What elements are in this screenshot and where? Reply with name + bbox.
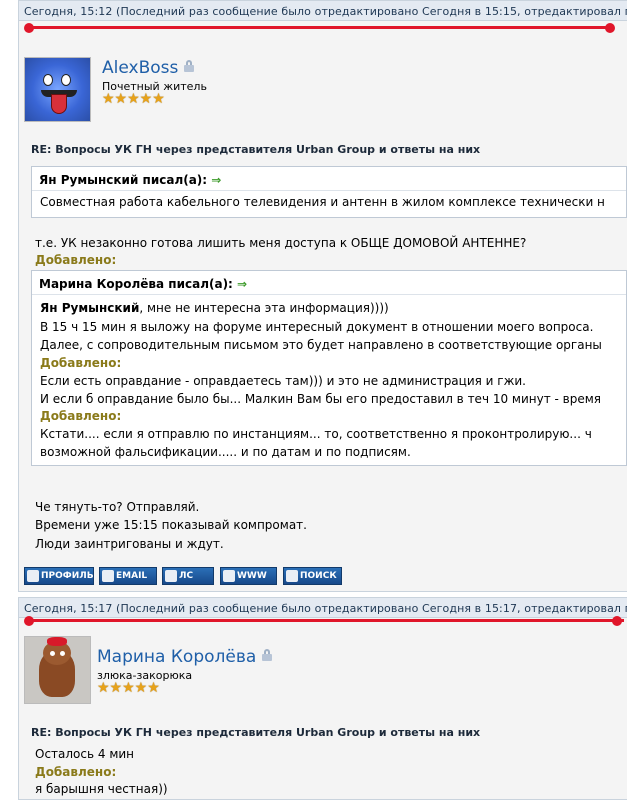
post-text: Че тянуть-то? Отправляй.	[35, 500, 200, 514]
quote-author: Ян Румынский писал(а): ⇒	[32, 167, 626, 191]
quote-line: Если есть оправдание - оправдаетесь там)…	[40, 374, 526, 388]
highlight-marker	[24, 616, 34, 626]
post-header: Сегодня, 15:12 (Последний раз сообщение …	[19, 1, 627, 21]
added-label: Добавлено:	[40, 356, 122, 370]
added-label: Добавлено:	[35, 765, 117, 779]
avatar[interactable]	[24, 57, 91, 122]
post-text: Времени уже 15:15 показывай компромат.	[35, 518, 307, 532]
arrow-right-icon[interactable]: ⇒	[237, 277, 247, 291]
quote-author: Марина Королёва писал(а): ⇒	[32, 271, 626, 295]
post-title: RE: Вопросы УК ГН через представителя Ur…	[31, 143, 481, 156]
author-name[interactable]: Марина Королёва	[97, 647, 273, 667]
quote-block: Ян Румынский писал(а): ⇒	[31, 166, 627, 218]
highlight-marker	[605, 23, 615, 33]
quote-line: Ян Румынский, мне не интересна эта инфор…	[40, 301, 389, 315]
quote-line: В 15 ч 15 мин я выложу на форуме интерес…	[40, 320, 594, 334]
www-button[interactable]: WWW	[220, 567, 277, 585]
message-icon	[165, 570, 177, 582]
highlight-underline	[28, 26, 610, 29]
search-button[interactable]: ПОИСК	[283, 567, 342, 585]
arrow-right-icon[interactable]: ⇒	[211, 173, 221, 187]
www-icon	[223, 570, 235, 582]
search-icon	[286, 570, 298, 582]
profile-icon	[27, 570, 39, 582]
rating-stars: ★★★★★	[102, 91, 165, 107]
highlight-underline	[28, 619, 624, 622]
email-button[interactable]: EMAIL	[99, 567, 157, 585]
post-text: т.е. УК незаконно готова лишить меня дос…	[35, 236, 527, 250]
post-text: Осталось 4 мин	[35, 747, 135, 761]
highlight-marker	[612, 616, 622, 626]
quote-line: И если б оправдание было бы... Малкин Ва…	[40, 392, 602, 406]
quote-line: возможной фальсификации..... и по датам …	[40, 445, 411, 459]
quote-text: Совместная работа кабельного телевидения…	[40, 195, 605, 209]
rating-stars: ★★★★★	[97, 680, 160, 696]
lock-icon	[262, 649, 273, 661]
lock-icon	[184, 60, 195, 72]
avatar[interactable]	[24, 636, 91, 704]
post-text: Люди заинтригованы и ждут.	[35, 537, 224, 551]
message-button[interactable]: ЛС	[162, 567, 214, 585]
post-text: я барышня честная))	[35, 782, 168, 796]
post-title: RE: Вопросы УК ГН через представителя Ur…	[31, 726, 481, 739]
quote-line: Кстати.... если я отправлю по инстанциям…	[40, 427, 592, 441]
email-icon	[102, 570, 114, 582]
post-header: Сегодня, 15:17 (Последний раз сообщение …	[19, 598, 627, 618]
profile-button[interactable]: ПРОФИЛЬ	[24, 567, 94, 585]
quote-line: Далее, с сопроводительным письмом это бу…	[40, 338, 602, 352]
highlight-marker	[24, 23, 34, 33]
author-name[interactable]: AlexBoss	[102, 58, 195, 78]
added-label: Добавлено:	[40, 409, 122, 423]
added-label: Добавлено:	[35, 253, 117, 267]
